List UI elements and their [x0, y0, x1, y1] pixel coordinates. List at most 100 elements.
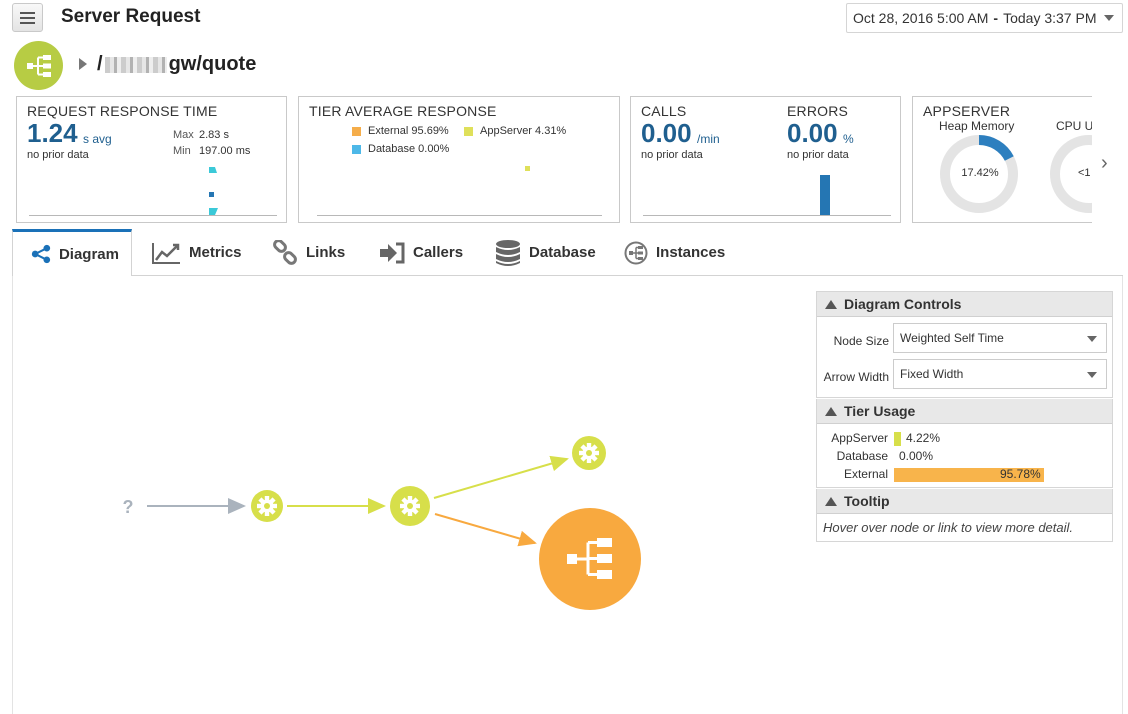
date-separator: - — [993, 10, 999, 26]
menu-icon-bar — [20, 21, 35, 24]
calls-errors-card[interactable]: CALLS 0.00 /min no prior data ERRORS 0.0… — [630, 96, 901, 223]
unknown-caller-node[interactable]: ? — [123, 497, 134, 517]
line-chart-icon — [152, 242, 180, 264]
tier-row-external: External 95.78% — [817, 465, 1112, 483]
panel-title: Tooltip — [844, 493, 890, 509]
tooltip-panel: Tooltip Hover over node or link to view … — [816, 489, 1113, 542]
calls-title: CALLS — [641, 103, 687, 119]
tab-label: Links — [306, 244, 346, 261]
tab-label: Metrics — [189, 244, 242, 261]
diagram-controls-header[interactable]: Diagram Controls — [817, 292, 1112, 317]
redacted-segment — [104, 56, 167, 73]
tier-average-response-card[interactable]: TIER AVERAGE RESPONSE External 95.69% Ap… — [298, 96, 620, 223]
calls-unit: /min — [697, 132, 720, 146]
database-icon — [496, 239, 520, 266]
arrow-in-icon — [380, 242, 405, 263]
tier-name: AppServer — [831, 431, 888, 445]
panel-title: Diagram Controls — [844, 296, 962, 312]
appserver-card[interactable]: APPSERVER Heap Memory 17.42% CPU U <1 — [912, 96, 1092, 223]
cpu-usage-label: CPU U — [1056, 119, 1092, 133]
expand-path-caret-icon[interactable] — [79, 58, 87, 70]
legend-swatch-database — [352, 145, 361, 154]
max-label: Max — [173, 129, 194, 141]
tab-database[interactable]: Database — [495, 229, 596, 276]
request-path-suffix: gw/quote — [168, 53, 257, 75]
tab-instances[interactable]: Instances — [624, 229, 725, 276]
tier-row-database: Database 0.00% — [817, 447, 1112, 465]
appserver-node-1[interactable] — [251, 490, 283, 522]
tab-label: Callers — [413, 244, 464, 261]
tier-pct: 0.00% — [899, 449, 934, 463]
response-time-sparkline — [209, 167, 218, 215]
calls-value: 0.00 — [641, 118, 692, 148]
request-path: / gw/quote — [97, 53, 256, 76]
legend-external: External 95.69% — [368, 125, 449, 137]
request-response-time-card[interactable]: REQUEST RESPONSE TIME 1.24 s avg no prio… — [16, 96, 287, 223]
response-time-value: 1.24 — [27, 118, 78, 148]
chart-baseline — [317, 215, 602, 216]
errors-prior: no prior data — [787, 149, 849, 161]
hamburger-menu-button[interactable] — [12, 3, 43, 32]
card-title: TIER AVERAGE RESPONSE — [309, 103, 497, 119]
tooltip-text: Hover over node or link to view more det… — [823, 520, 1074, 535]
heap-memory-value: 17.42% — [961, 167, 999, 179]
tier-row-appserver: AppServer 4.22% — [817, 429, 1112, 447]
link-appserver-2-to-appserver-3[interactable] — [433, 455, 569, 499]
appserver-node-3[interactable] — [572, 436, 606, 470]
arrow-width-value: Fixed Width — [900, 367, 964, 381]
tier-pct: 95.78% — [1000, 467, 1041, 481]
errors-value: 0.00 — [787, 118, 838, 148]
date-range-selector[interactable]: Oct 28, 2016 5:00 AM - Today 3:37 PM — [846, 3, 1123, 33]
legend-swatch-appserver — [464, 127, 473, 136]
tooltip-header[interactable]: Tooltip — [817, 489, 1112, 514]
tab-links[interactable]: Links — [272, 229, 345, 276]
tier-bar-appserver — [894, 432, 901, 446]
collapse-triangle-icon — [825, 299, 837, 309]
cpu-usage-value: <1 — [1078, 167, 1091, 179]
date-from: Oct 28, 2016 5:00 AM — [853, 10, 989, 26]
response-time-unit: s avg — [83, 132, 112, 146]
tab-label: Diagram — [58, 245, 119, 263]
calls-bar — [820, 175, 830, 215]
share-nodes-icon — [31, 244, 51, 264]
external-node[interactable] — [539, 508, 641, 610]
card-title: REQUEST RESPONSE TIME — [27, 103, 218, 119]
tier-usage-panel: Tier Usage AppServer 4.22% Database 0.00… — [816, 399, 1113, 488]
min-label: Min — [173, 145, 191, 157]
chart-baseline — [29, 215, 277, 216]
node-size-select[interactable]: Weighted Self Time — [893, 323, 1107, 353]
tab-diagram[interactable]: Diagram — [12, 229, 132, 276]
legend-appserver: AppServer 4.31% — [480, 125, 567, 137]
heap-memory-label: Heap Memory — [939, 119, 1015, 133]
min-value: 197.00 ms — [199, 145, 251, 157]
tab-metrics[interactable]: Metrics — [151, 229, 242, 276]
node-size-label: Node Size — [833, 334, 889, 348]
calls-prior: no prior data — [641, 149, 703, 161]
chevron-down-icon — [1104, 15, 1114, 21]
tier-pct: 4.22% — [906, 431, 941, 445]
node-size-value: Weighted Self Time — [900, 331, 1004, 345]
response-time-prior: no prior data — [27, 149, 89, 161]
server-request-hierarchy-icon — [14, 41, 63, 90]
gear-icon — [257, 496, 277, 516]
appserver-node-2[interactable] — [390, 486, 430, 526]
collapse-triangle-icon — [825, 496, 837, 506]
arrow-width-select[interactable]: Fixed Width — [893, 359, 1107, 389]
tier-name: External — [843, 467, 888, 481]
chart-baseline — [643, 215, 891, 216]
errors-title: ERRORS — [787, 103, 849, 119]
collapse-triangle-icon — [825, 406, 837, 416]
tier-usage-header[interactable]: Tier Usage — [817, 399, 1112, 424]
link-appserver-2-to-external[interactable] — [434, 513, 537, 547]
tab-callers[interactable]: Callers — [379, 229, 463, 276]
chevron-right-icon[interactable]: › — [1101, 152, 1108, 175]
request-path-prefix: / — [97, 53, 103, 75]
date-to: Today 3:37 PM — [1003, 10, 1097, 26]
errors-unit: % — [843, 132, 854, 146]
call-graph-diagram: ? — [123, 436, 641, 610]
chevron-down-icon — [1087, 336, 1097, 342]
menu-icon-bar — [20, 11, 35, 14]
page-title: Server Request — [61, 6, 201, 27]
legend-database: Database 0.00% — [368, 143, 450, 155]
max-value: 2.83 s — [199, 129, 229, 141]
